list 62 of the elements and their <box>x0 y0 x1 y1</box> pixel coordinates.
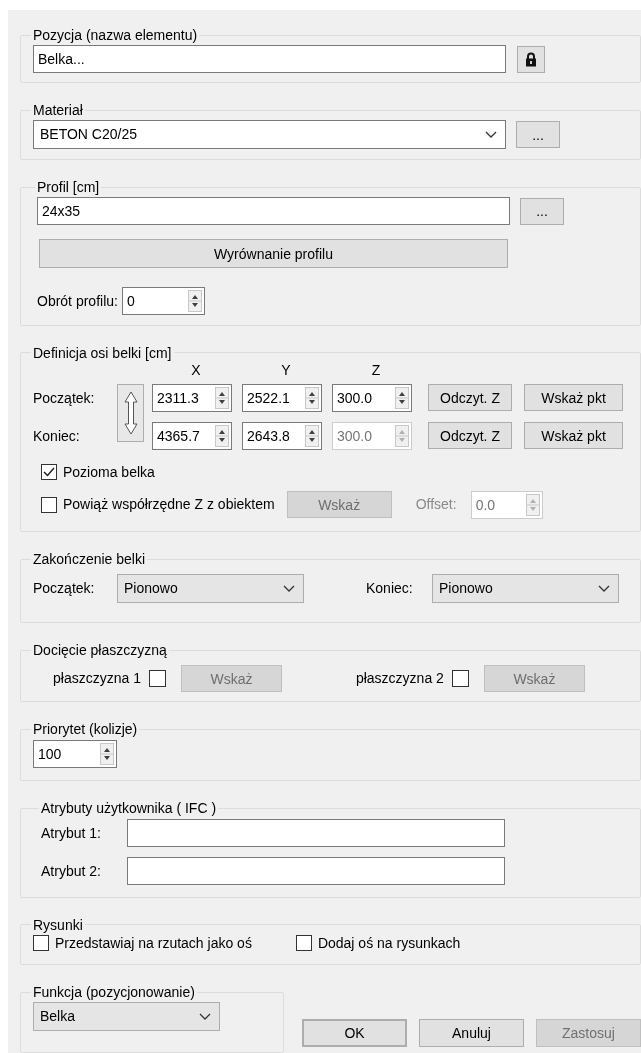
group-title: Pozycja (nazwa elementu) <box>32 26 199 44</box>
chevron-icon <box>485 130 497 139</box>
group-title: Zakończenie belki <box>32 550 147 569</box>
spin-arrows-icon[interactable] <box>305 386 319 409</box>
spin-arrows-icon[interactable] <box>305 424 319 447</box>
checkbox-label: Powiąż współrzędne Z z obiektem <box>63 495 275 515</box>
checkbox[interactable] <box>33 935 49 952</box>
group-title: Materiał <box>32 101 84 120</box>
pick-point-button[interactable]: Wskaż pkt <box>524 422 623 450</box>
group-title: Definicja osi belki [cm] <box>32 343 173 362</box>
spin-arrows-icon[interactable] <box>187 290 202 313</box>
column-header: Y <box>280 360 292 378</box>
group-title: Priorytet (kolizje) <box>32 720 139 739</box>
lock-button[interactable] <box>517 45 545 73</box>
profile-field[interactable]: 24x35 <box>37 197 510 226</box>
group-title: Docięcie płaszczyzną <box>32 641 168 660</box>
column-header: Z <box>370 360 382 378</box>
attribute-field[interactable] <box>127 857 505 886</box>
read-z-button[interactable]: Odczyt. Z <box>428 384 512 412</box>
read-z-button[interactable]: Odczyt. Z <box>428 422 512 450</box>
group-title: Profil [cm] <box>36 178 101 197</box>
field-label: Atrybut 2: <box>41 861 102 881</box>
material-dropdown[interactable]: BETON C20/25 <box>33 120 506 150</box>
attribute-field[interactable] <box>127 819 505 848</box>
double-arrow-icon <box>123 390 138 435</box>
dialog-button[interactable]: OK <box>302 1019 407 1047</box>
pick-point-button[interactable]: Wskaż pkt <box>524 384 623 412</box>
start-dropdown[interactable]: Pionowo <box>117 574 304 604</box>
group-title: Funkcja (pozycjonowanie) <box>32 983 196 1001</box>
spin-arrows-icon[interactable] <box>100 743 114 766</box>
field-label: Obrót profilu: <box>37 291 118 311</box>
spin-arrows-icon[interactable] <box>215 424 229 447</box>
swap-button[interactable] <box>117 383 144 442</box>
checkbox-label: Przedstawiaj na rzutach jako oś <box>55 933 252 953</box>
spin-arrows-icon[interactable] <box>215 386 229 409</box>
lock-icon <box>525 51 537 67</box>
align-profile-button[interactable]: Wyrównanie profilu <box>39 239 508 269</box>
group-title: Rysunki <box>32 915 84 934</box>
dialog-button[interactable]: Anuluj <box>419 1019 524 1047</box>
column-header: X <box>190 360 202 378</box>
field-label: Atrybut 1: <box>41 823 102 843</box>
group-title: Atrybuty użytkownika ( IFC ) <box>40 799 218 818</box>
spin-arrows-icon[interactable] <box>395 386 409 409</box>
row-label: Początek: <box>33 388 96 408</box>
field-label: Koniec: <box>366 579 414 599</box>
chevron-icon <box>598 584 610 593</box>
name-field[interactable]: Belka... <box>33 45 506 73</box>
checkbox-label: płaszczyzna 1 <box>53 669 141 689</box>
checkbox[interactable] <box>295 935 312 952</box>
row-label: Koniec: <box>33 426 81 446</box>
browse-button[interactable]: ... <box>516 121 560 149</box>
chevron-icon <box>283 584 295 593</box>
function-dropdown[interactable]: Belka <box>33 1002 220 1031</box>
field-label: Początek: <box>33 579 96 599</box>
chevron-icon <box>199 1012 211 1021</box>
browse-button[interactable]: ... <box>520 197 564 225</box>
checkbox-label: płaszczyzna 2 <box>355 669 444 689</box>
end-dropdown[interactable]: Pionowo <box>432 574 619 604</box>
checkbox-label: Dodaj oś na rysunkach <box>317 933 461 953</box>
checkbox-label: Pozioma belka <box>63 462 155 482</box>
checkbox[interactable] <box>41 464 57 481</box>
field-label: Offset: <box>415 495 457 515</box>
